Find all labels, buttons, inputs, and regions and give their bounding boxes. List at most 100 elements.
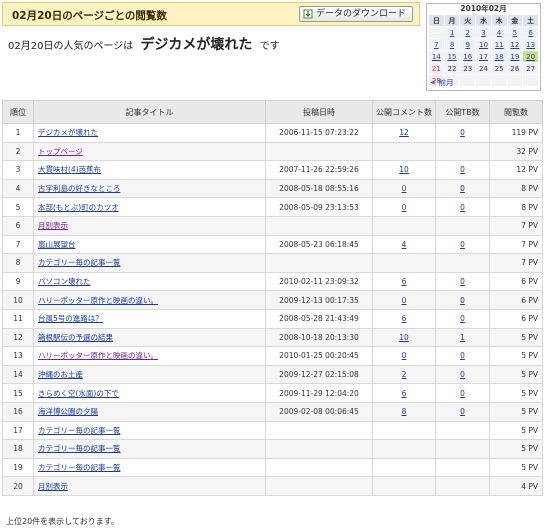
tb-count-link[interactable]: 0 [460,296,465,305]
calendar-day[interactable]: 6 [522,26,539,39]
title-link[interactable]: デジカメが壊れた [38,128,98,137]
title-link[interactable]: カテゴリー毎の記事一覧 [38,426,121,435]
title-link[interactable]: 沖縄のお土産 [38,370,83,379]
title-link[interactable]: 箱根駅伝の予選の結果 [38,333,113,342]
calendar-day[interactable]: 18 [490,50,508,63]
tb-count-link[interactable]: 1 [460,333,465,342]
comment-count-link[interactable]: 4 [402,240,407,249]
calendar-day[interactable]: 11 [490,38,508,51]
tb-count-cell: 0 [435,160,490,180]
calendar-day[interactable]: 1 [443,26,461,39]
rank-cell: 4 [2,178,34,199]
calendar-day[interactable]: 9 [459,38,477,51]
rank: 19 [13,462,23,472]
title-cell: 沖縄のお土産 [33,364,266,385]
comment-count-link[interactable]: 6 [402,277,407,286]
title-link[interactable]: 月別表示 [38,221,68,230]
pageviews-cell: 119 PV [489,123,543,143]
calendar-day[interactable]: 19 [506,50,524,63]
rank-cell: 11 [2,308,34,329]
post-date: 2009-02-08 00:06:45 [279,407,359,417]
rank: 13 [13,351,23,361]
rank-cell: 7 [2,234,34,255]
title-link[interactable]: トップページ [38,147,83,156]
comment-count-link[interactable]: 8 [402,407,407,416]
comment-count-link[interactable]: 0 [402,203,407,212]
tb-count-link[interactable]: 0 [460,407,465,416]
comment-count-link[interactable]: 6 [402,314,407,323]
calendar-day[interactable]: 3 [475,26,492,39]
calendar-day[interactable]: 13 [522,38,539,51]
calendar-day[interactable]: 20 [522,50,539,63]
tb-count-link[interactable]: 0 [460,184,465,193]
title-link[interactable]: 嵐山展望台 [38,240,76,249]
download-data-button[interactable]: データのダウンロード [298,6,413,22]
title-link[interactable]: カテゴリー毎の記事一覧 [38,258,121,267]
pageviews: 32 PV [516,146,538,156]
tb-count-cell [435,215,490,236]
pageviews: 5 PV [521,425,538,435]
title-link[interactable]: 大貫味村(4)芭蕉布 [38,165,101,174]
comment-count-link[interactable]: 2 [402,370,407,379]
post-date-cell: 2009-11-29 12:04:20 [265,383,373,403]
tb-count-link[interactable]: 0 [460,128,465,137]
title-link[interactable]: きらめく空(水面)の下で [38,389,119,398]
calendar-empty-cell [522,74,539,87]
calendar-day[interactable]: 16 [459,50,477,63]
comment-count-cell [372,457,436,478]
prev-month-link[interactable]: < 前月 [430,77,454,88]
pageviews-cell: 5 PV [489,327,543,348]
comment-count-link[interactable]: 0 [402,351,407,360]
calendar-day[interactable]: 15 [443,50,461,63]
calendar-day[interactable]: 14 [428,50,445,63]
popular-suffix: です [259,41,280,52]
calendar-day[interactable]: 7 [428,38,445,51]
post-date: 2008-05-28 21:43:49 [279,314,359,324]
calendar-day[interactable]: 5 [506,26,524,39]
tb-count-link[interactable]: 0 [460,314,465,323]
tb-count-link[interactable]: 0 [460,240,465,249]
pageviews: 7 PV [521,239,538,249]
title-link[interactable]: カテゴリー毎の記事一覧 [38,444,121,453]
popular-page-summary: 02月20日の人気のページは デジカメが壊れた です [8,34,280,54]
column-header: 投稿日時 [265,100,373,124]
title-link[interactable]: 台風5号の進路は？ [38,314,103,323]
title-link[interactable]: 古宇利島の好きなところ [38,184,121,193]
pageviews-cell: 8 PV [489,197,543,217]
tb-count-link[interactable]: 0 [460,203,465,212]
comment-count-cell: 6 [372,271,436,292]
comment-count-link[interactable]: 10 [399,165,409,174]
comment-count-link[interactable]: 0 [402,184,407,193]
post-date-cell [265,141,373,162]
comment-count-link[interactable]: 12 [399,128,409,137]
table-row: 12 箱根駅伝の予選の結果 2008-10-18 20:13:30 10 1 5 PV [2,327,543,348]
calendar-day[interactable]: 4 [490,26,508,39]
calendar-day[interactable]: 8 [443,38,461,51]
download-label: データのダウンロード [315,9,406,19]
table-row: 10 ハリーポッター原作と映画の違い。 2009-12-13 00:17:35 0 0 6… [2,290,543,310]
title-link[interactable]: 本部(もとぶ)町のカツオ [38,203,119,212]
tb-count-link[interactable]: 0 [460,277,465,286]
title-link[interactable]: ハリーポッター原作と映画の違い。 [38,296,158,305]
title-link[interactable]: パソコン壊れた [38,277,91,286]
title-link[interactable]: 月別表示 [38,482,68,491]
tb-count-link[interactable]: 0 [460,351,465,360]
calendar-day[interactable]: 10 [475,38,492,51]
comment-count-link[interactable]: 6 [402,389,407,398]
calendar-day[interactable]: 2 [459,26,477,39]
comment-count-link[interactable]: 10 [399,333,409,342]
weekday-header: 月 [443,14,461,27]
calendar-day: 23 [459,62,477,75]
title-link[interactable]: カテゴリー毎の記事一覧 [38,463,121,472]
comment-count-link[interactable]: 0 [402,296,407,305]
tb-count-link[interactable]: 0 [460,165,465,174]
title-link[interactable]: ハリーポッター原作と映画の違い。 [38,351,158,360]
table-row: 16 海洋博公園の夕陽 2009-02-08 00:06:45 8 0 5 PV [2,401,543,422]
title-link[interactable]: 海洋博公園の夕陽 [38,407,98,416]
tb-count-cell: 0 [435,123,490,143]
rank: 3 [15,165,21,175]
tb-count-link[interactable]: 0 [460,370,465,379]
calendar-day[interactable]: 17 [475,50,492,63]
tb-count-link[interactable]: 0 [460,389,465,398]
calendar-day[interactable]: 12 [506,38,524,51]
